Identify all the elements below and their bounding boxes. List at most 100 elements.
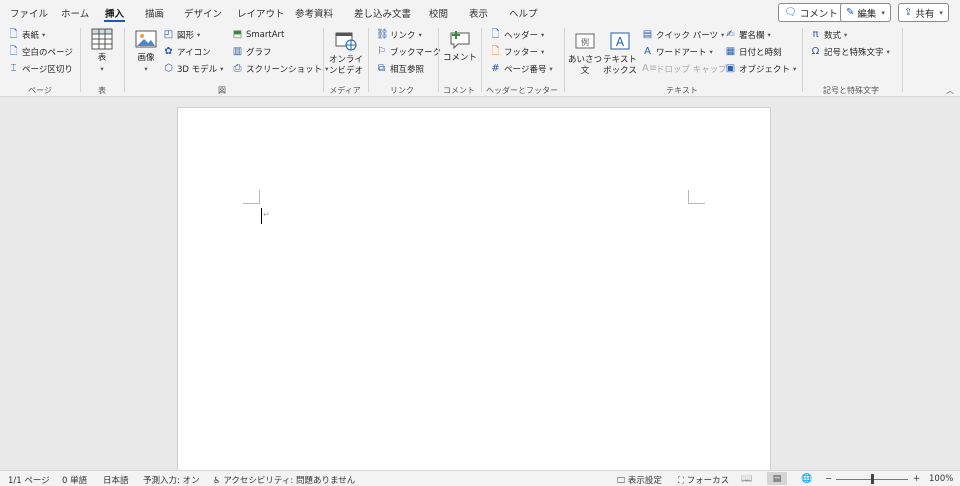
tab-layout[interactable]: レイアウト (237, 6, 285, 20)
page-break-icon: ⌶ (10, 63, 17, 74)
web-layout-icon: 🌐 (801, 473, 813, 484)
text-prediction-status[interactable]: 予測入力: オン (143, 474, 200, 486)
signature-line-label: 署名欄 (739, 30, 765, 41)
header-icon: 🗋 (491, 29, 500, 40)
accessibility-status: アクセシビリティ: 問題ありません (223, 476, 356, 486)
word-count[interactable]: 0 単語 (62, 474, 87, 486)
symbol-button[interactable]: Ω 記号と特殊文字 ▾ (810, 44, 890, 59)
document-canvas[interactable]: ↵ (0, 97, 960, 470)
image-button[interactable]: 画像 ▾ (132, 28, 160, 75)
signature-icon: ✍ (726, 29, 735, 40)
cover-page-label: 表紙 (22, 30, 40, 41)
screenshot-button[interactable]: ⎙ スクリーンショット ▾ (232, 61, 329, 76)
online-video-label-1: オンライ (328, 55, 363, 65)
page-count[interactable]: 1/1 ページ (8, 474, 50, 486)
model3d-button[interactable]: ⬡ 3D モデル ▾ (163, 61, 223, 76)
greeting-label-1: あいさつ (568, 55, 603, 65)
image-button-label: 画像 (137, 53, 155, 63)
text-cursor (261, 208, 262, 224)
object-label: オブジェクト (739, 64, 791, 75)
chevron-down-icon: ▾ (549, 64, 553, 73)
page-number-button[interactable]: # ページ番号 ▾ (490, 61, 553, 76)
accessibility-checker[interactable]: ♿ アクセシビリティ: 問題ありません (213, 474, 355, 486)
group-separator (564, 28, 565, 92)
group-label-illustrations: 図 (218, 86, 226, 95)
cube-icon: ⬡ (164, 63, 173, 74)
insert-comment-button[interactable]: コメント (443, 28, 477, 64)
drop-cap-button[interactable]: A≡ ドロップ キャップ ▾ (642, 61, 733, 76)
group-separator (80, 28, 81, 92)
tab-references[interactable]: 参考資料 (295, 6, 333, 20)
collapse-ribbon-icon[interactable]: ︿ (946, 85, 954, 96)
greeting-button[interactable]: 例 あいさつ 文 (568, 30, 603, 77)
focus-button[interactable]: ⛶ フォーカス (678, 474, 729, 486)
chevron-down-icon: ▾ (42, 30, 46, 39)
chevron-down-icon: ▾ (886, 47, 890, 56)
tab-insert[interactable]: 挿入 (103, 6, 126, 22)
smartart-button[interactable]: ⬒ SmartArt (232, 27, 285, 42)
zoom-out-button[interactable]: − (825, 474, 832, 484)
icons-button[interactable]: ✿ アイコン (163, 44, 211, 59)
status-bar: 1/1 ページ 0 単語 日本語 予測入力: オン ♿ アクセシビリティ: 問題… (0, 470, 960, 486)
share-button[interactable]: ⇪ 共有 ▾ (898, 3, 949, 22)
signature-line-button[interactable]: ✍ 署名欄 ▾ (725, 27, 771, 42)
cover-page-button[interactable]: 🗋 表紙 ▾ (8, 27, 45, 42)
tab-file[interactable]: ファイル (10, 6, 48, 20)
comment-button[interactable]: 🗨 コメント (778, 3, 844, 22)
tab-home[interactable]: ホーム (61, 6, 89, 20)
read-mode-button[interactable]: 📖 (737, 472, 757, 485)
tab-review[interactable]: 校閲 (429, 6, 448, 20)
page-break-button[interactable]: ⌶ ページ区切り (8, 61, 73, 76)
tab-view[interactable]: 表示 (469, 6, 488, 20)
edit-mode-button[interactable]: ✎ 編集 ▾ (840, 3, 891, 22)
wordart-button[interactable]: A ワードアート ▾ (642, 44, 713, 59)
object-icon: ▣ (725, 63, 736, 74)
shapes-button[interactable]: ◰ 図形 ▾ (163, 27, 201, 42)
language-indicator[interactable]: 日本語 (103, 474, 129, 486)
text-box-label-1: テキスト (603, 55, 637, 65)
read-mode-icon: 📖 (741, 473, 753, 484)
zoom-in-button[interactable]: + (913, 474, 920, 484)
print-layout-button[interactable]: ▤ (767, 472, 787, 485)
chart-button[interactable]: ▥ グラフ (232, 44, 272, 59)
table-button-label: 表 (97, 53, 107, 63)
quick-parts-button[interactable]: ▤ クイック パーツ ▾ (642, 27, 725, 42)
tab-draw[interactable]: 描画 (145, 6, 164, 20)
text-box-label-2: ボックス (603, 66, 637, 76)
date-time-button[interactable]: ▦ 日付と時刻 (725, 44, 782, 59)
header-button[interactable]: 🗋 ヘッダー ▾ (490, 27, 544, 42)
online-video-button[interactable]: オンライ ンビデオ (328, 30, 364, 77)
bookmark-button[interactable]: ⚐ ブックマーク (376, 44, 441, 59)
bar-chart-icon: ▥ (232, 46, 243, 57)
chevron-down-icon: ▾ (418, 30, 422, 39)
equation-button[interactable]: π 数式 ▾ (810, 27, 847, 42)
group-separator (124, 28, 125, 92)
zoom-slider-thumb[interactable] (871, 474, 874, 484)
display-settings-button[interactable]: 🖵 表示設定 (617, 474, 662, 486)
omega-icon: Ω (811, 46, 820, 57)
cross-reference-button[interactable]: ⧉ 相互参照 (376, 61, 424, 76)
paragraph-mark-icon: ↵ (263, 210, 270, 219)
zoom-level[interactable]: 100% (929, 474, 953, 484)
group-separator (902, 28, 903, 92)
footer-button[interactable]: 🗋 フッター ▾ (490, 44, 544, 59)
object-button[interactable]: ▣ オブジェクト ▾ (725, 61, 797, 76)
tab-mailings[interactable]: 差し込み文書 (354, 6, 411, 20)
web-layout-button[interactable]: 🌐 (797, 472, 817, 485)
chart-label: グラフ (246, 47, 272, 58)
group-label-comments: コメント (443, 86, 475, 95)
link-button[interactable]: ⛓ リンク ▾ (376, 27, 422, 42)
chevron-down-icon: ▾ (144, 65, 148, 73)
icons-label: アイコン (177, 47, 211, 58)
tab-design[interactable]: デザイン (184, 6, 222, 20)
footer-icon: 🗋 (491, 46, 500, 57)
text-box-button[interactable]: A テキスト ボックス (603, 30, 637, 77)
svg-text:例: 例 (581, 37, 589, 47)
new-comment-icon (448, 28, 472, 50)
document-page[interactable]: ↵ (177, 107, 771, 470)
greeting-label-2: 文 (580, 66, 590, 76)
tab-help[interactable]: ヘルプ (509, 6, 538, 20)
table-button[interactable]: 表 ▾ (88, 28, 116, 75)
blank-page-button[interactable]: 🗋 空白のページ (8, 44, 72, 59)
chevron-down-icon: ▾ (767, 30, 771, 39)
